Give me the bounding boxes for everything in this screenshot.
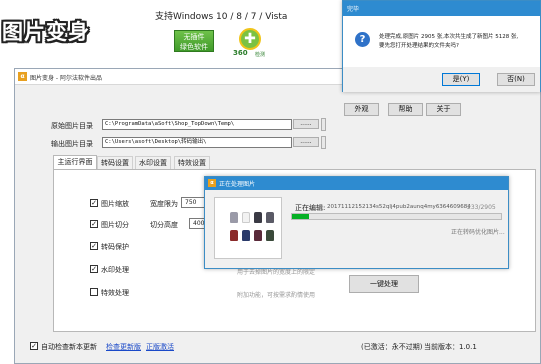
shirt-icon	[254, 212, 262, 223]
appearance-button[interactable]: 外观	[344, 103, 379, 116]
hint-extra: 附加功能，可按需求酌情使用	[237, 292, 316, 299]
about-button[interactable]: 关于	[426, 103, 461, 116]
output-dir-input[interactable]: C:\Users\asoft\Desktop\转码输出\	[102, 137, 292, 148]
tab-effects[interactable]: 特效设置	[174, 156, 210, 170]
done-message-line1: 处理完成,原图片 2905 张,本次共生成了新图片 5128 张,	[379, 34, 519, 40]
shirt-icon	[266, 230, 274, 241]
current-image-thumbnail	[214, 197, 282, 259]
done-button-bar: 是(Y) 否(N)	[343, 67, 540, 92]
logo360-sub: 检测	[255, 52, 266, 58]
scale-label: 图片缩放	[101, 200, 129, 208]
progress-bar	[291, 213, 502, 220]
progress-count: 233/2905	[467, 204, 496, 211]
progress-title: 正在处理图片	[219, 181, 256, 188]
progress-fill	[292, 214, 309, 219]
source-scroll-handle[interactable]	[321, 118, 326, 131]
done-message-line2: 要先您打开处理结果的文件夹吗?	[379, 43, 459, 49]
360-check-badge: ✚ 360 检测	[233, 26, 267, 60]
protect-label: 转码保护	[101, 243, 129, 251]
scale-checkbox[interactable]: ✓	[90, 199, 98, 207]
shirt-icon	[266, 212, 274, 223]
progress-dialog: α 正在处理图片 正在编辑: 20171112152134s52qlj4pub2…	[204, 176, 509, 269]
source-dir-label: 原始图片目录	[51, 122, 93, 130]
app-icon: α	[18, 72, 27, 81]
shirt-icon	[254, 230, 262, 241]
current-label: 正在编辑:	[295, 204, 326, 212]
source-dir-input[interactable]: C:\ProgramData\aSoft\Shop_TopDown\Temp\	[102, 119, 292, 130]
done-title: 完毕	[347, 6, 360, 13]
cut-label: 图片切分	[101, 221, 129, 229]
no-plugin-badge: 无插件 绿色软件	[174, 30, 214, 52]
check-update-link[interactable]: 检查更新版	[106, 342, 141, 352]
done-dialog: 完毕 ? 处理完成,原图片 2905 张,本次共生成了新图片 5128 张, 要…	[342, 0, 541, 92]
tab-main[interactable]: 主运行界面	[53, 155, 97, 170]
source-browse-button[interactable]: ......	[293, 119, 319, 129]
os-support-text: 支持Windows 10 / 8 / 7 / Vista	[155, 12, 288, 22]
width-limit-label: 宽度限为	[150, 200, 178, 208]
help-button[interactable]: 帮助	[388, 103, 423, 116]
version-label: 当前版本：1.0.1	[424, 343, 477, 351]
effects-checkbox[interactable]	[90, 288, 98, 296]
auto-update-checkbox[interactable]: ✓	[30, 342, 38, 350]
badge-line2: 绿色软件	[180, 43, 208, 51]
progress-titlebar: α 正在处理图片	[205, 177, 508, 190]
watermark-checkbox[interactable]: ✓	[90, 265, 98, 273]
output-dir-label: 输出图片目录	[51, 140, 93, 148]
cut-checkbox[interactable]: ✓	[90, 220, 98, 228]
shirt-icon	[242, 212, 250, 223]
shirt-icon	[242, 230, 250, 241]
tab-watermark[interactable]: 水印设置	[135, 156, 171, 170]
process-button[interactable]: 一键处理	[349, 275, 419, 293]
main-window-title: 图片变身 - 阿尔法软件出品	[30, 75, 102, 82]
app-icon: α	[208, 179, 216, 187]
logo360-label: 360	[233, 49, 248, 57]
no-button[interactable]: 否(N)	[497, 73, 535, 86]
cut-height-label: 切分高度	[150, 221, 178, 229]
current-file: 20171112152134s52qlj4pub2aunq4my63646096…	[327, 204, 471, 210]
badge-line1: 无插件	[183, 33, 205, 41]
effects-label: 特效处理	[101, 289, 129, 297]
watermark-label: 水印处理	[101, 266, 129, 274]
protect-checkbox[interactable]: ✓	[90, 242, 98, 250]
question-icon: ?	[355, 32, 370, 47]
plus-icon: ✚	[239, 28, 261, 50]
progress-status: 正在转码优化图片...	[451, 229, 505, 236]
yes-button[interactable]: 是(Y)	[442, 73, 480, 86]
activation-status: (已激活：永不过期)	[361, 343, 423, 351]
brand-logo: 图片变身	[2, 20, 90, 44]
tab-transcode[interactable]: 转码设置	[97, 156, 133, 170]
activate-link[interactable]: 正版激活	[146, 342, 174, 352]
auto-update-label: 自动检查新本更新	[41, 343, 97, 351]
shirt-icon	[230, 212, 238, 223]
shirt-icon	[230, 230, 238, 241]
output-browse-button[interactable]: ......	[293, 137, 319, 147]
output-scroll-handle[interactable]	[321, 136, 326, 149]
done-titlebar: 完毕	[343, 1, 540, 16]
